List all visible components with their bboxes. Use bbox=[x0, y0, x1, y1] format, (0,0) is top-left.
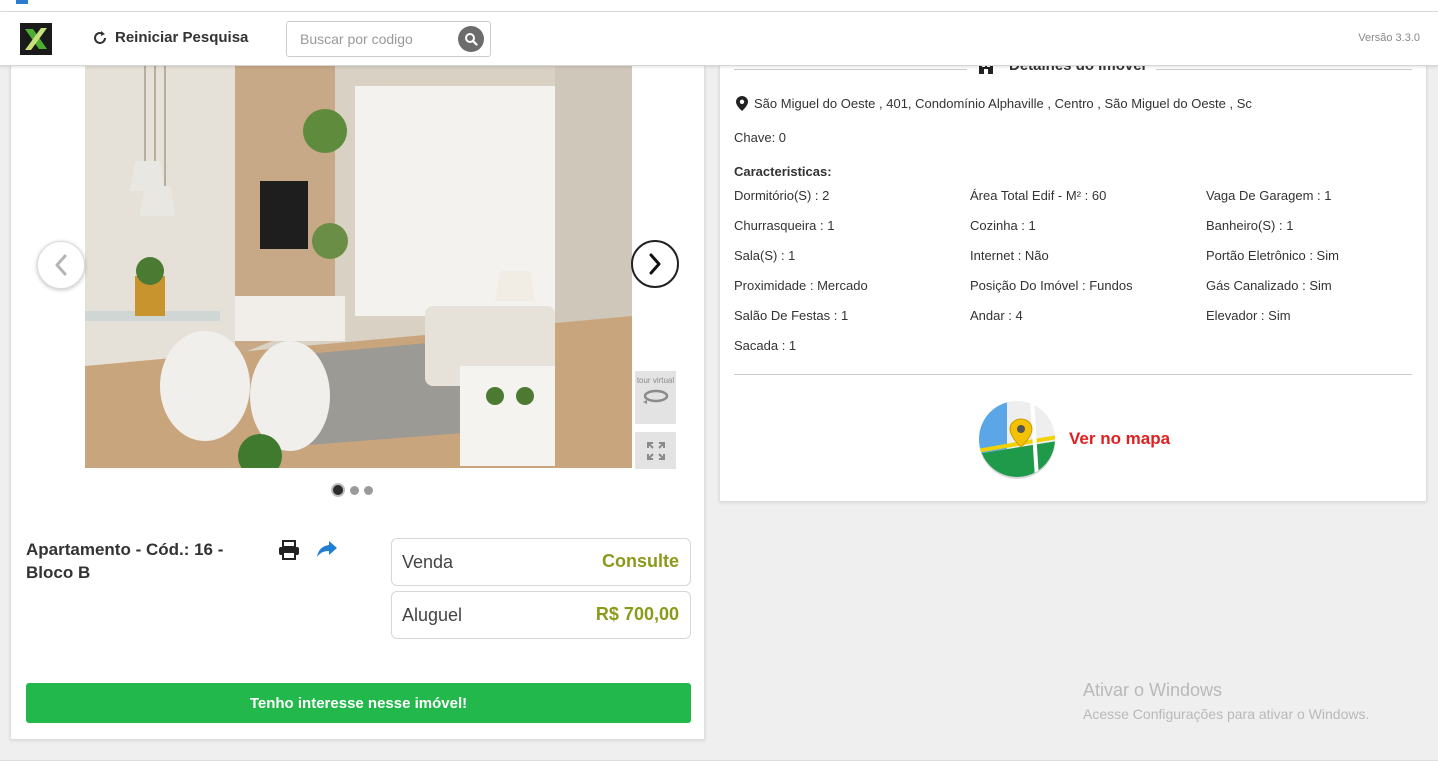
expand-icon bbox=[646, 441, 665, 460]
feature-item: Área Total Edif - M² : 60 bbox=[970, 188, 1107, 203]
chevron-left-icon bbox=[55, 254, 67, 276]
rent-value: R$ 700,00 bbox=[595, 604, 679, 624]
feature-item: Dormitório(S) : 2 bbox=[734, 188, 830, 203]
sale-value: Consulte bbox=[601, 551, 679, 571]
feature-item: Proximidade : Mercado bbox=[734, 278, 868, 293]
windows-activation-watermark: Ativar o Windows Acesse Configurações pa… bbox=[1083, 680, 1369, 722]
features-grid: Dormitório(S) : 2 Área Total Edif - M² :… bbox=[734, 187, 1424, 367]
property-card: tour virtual Apartamento - Cód.: 16 - Bl… bbox=[10, 66, 705, 740]
address-text: São Miguel do Oeste , 401, Condomínio Al… bbox=[754, 96, 1252, 111]
search-icon bbox=[465, 33, 478, 46]
map-icon bbox=[979, 401, 1055, 479]
view-map-label: Ver no mapa bbox=[1069, 429, 1171, 448]
key-info: Chave: 0 bbox=[734, 130, 787, 145]
feature-item: Posição Do Imóvel : Fundos bbox=[970, 278, 1133, 293]
feature-item: Sala(S) : 1 bbox=[734, 248, 796, 263]
feature-item: Banheiro(S) : 1 bbox=[1206, 218, 1294, 233]
features-heading: Caracteristicas: bbox=[734, 164, 832, 179]
gallery-dot-2[interactable] bbox=[350, 485, 359, 495]
feature-item: Sacada : 1 bbox=[734, 338, 797, 353]
feature-item: Salão De Festas : 1 bbox=[734, 308, 849, 323]
print-icon bbox=[279, 540, 299, 560]
logo-icon bbox=[25, 28, 47, 50]
details-card: Detalhes do Imóvel São Miguel do Oeste ,… bbox=[719, 56, 1427, 502]
logo[interactable] bbox=[20, 23, 52, 55]
feature-item: Portão Eletrônico : Sim bbox=[1206, 248, 1339, 263]
top-strip bbox=[0, 0, 1438, 12]
virtual-tour-label: tour virtual bbox=[636, 376, 675, 385]
location-pin-icon bbox=[736, 96, 748, 111]
print-button[interactable] bbox=[278, 540, 300, 565]
property-title: Apartamento - Cód.: 16 - Bloco B bbox=[26, 540, 224, 582]
feature-item: Internet : Não bbox=[970, 248, 1049, 263]
chevron-right-icon bbox=[649, 253, 661, 275]
sale-price-box: Venda Consulte bbox=[391, 538, 691, 586]
share-icon bbox=[317, 541, 337, 557]
gallery-prev-button[interactable] bbox=[37, 241, 85, 289]
reset-search-label: Reiniciar Pesquisa bbox=[115, 29, 249, 46]
virtual-tour-button[interactable]: tour virtual bbox=[635, 371, 676, 424]
fullscreen-button[interactable] bbox=[635, 432, 676, 469]
app-header: Reiniciar Pesquisa Versão 3.3.0 bbox=[0, 12, 1438, 66]
refresh-icon bbox=[94, 30, 106, 44]
bottom-strip bbox=[0, 760, 1438, 765]
reset-search-button[interactable]: Reiniciar Pesquisa bbox=[92, 29, 248, 46]
feature-item: Cozinha : 1 bbox=[970, 218, 1036, 233]
property-photo[interactable] bbox=[85, 66, 632, 468]
view-map-button[interactable]: Ver no mapa bbox=[977, 399, 1170, 479]
gallery-dot-1[interactable] bbox=[331, 483, 345, 497]
feature-item: Gás Canalizado : Sim bbox=[1206, 278, 1332, 293]
gallery-pagination bbox=[331, 483, 373, 497]
search-input[interactable] bbox=[287, 22, 452, 56]
gallery-next-button[interactable] bbox=[631, 240, 679, 288]
rent-price-box: Aluguel R$ 700,00 bbox=[391, 591, 691, 639]
search-box bbox=[286, 21, 491, 57]
version-label: Versão 3.3.0 bbox=[1358, 32, 1420, 44]
feature-item: Churrasqueira : 1 bbox=[734, 218, 835, 233]
share-button[interactable] bbox=[316, 540, 338, 563]
address: São Miguel do Oeste , 401, Condomínio Al… bbox=[736, 96, 1252, 111]
feature-item: Elevador : Sim bbox=[1206, 308, 1291, 323]
feature-item: Vaga De Garagem : 1 bbox=[1206, 188, 1332, 203]
living-room-photo bbox=[85, 66, 632, 468]
feature-item: Andar : 4 bbox=[970, 308, 1023, 323]
gallery-dot-3[interactable] bbox=[364, 485, 373, 495]
interest-button[interactable]: Tenho interesse nesse imóvel! bbox=[26, 683, 691, 723]
rotate-360-icon bbox=[642, 389, 668, 404]
watermark-subtitle: Acesse Configurações para ativar o Windo… bbox=[1083, 706, 1370, 722]
rent-label: Aluguel bbox=[402, 605, 463, 625]
tab-mark bbox=[16, 0, 28, 4]
section-divider bbox=[734, 374, 1412, 375]
sale-label: Venda bbox=[402, 552, 454, 572]
watermark-title: Ativar o Windows bbox=[1083, 680, 1223, 700]
search-button[interactable] bbox=[458, 26, 484, 52]
